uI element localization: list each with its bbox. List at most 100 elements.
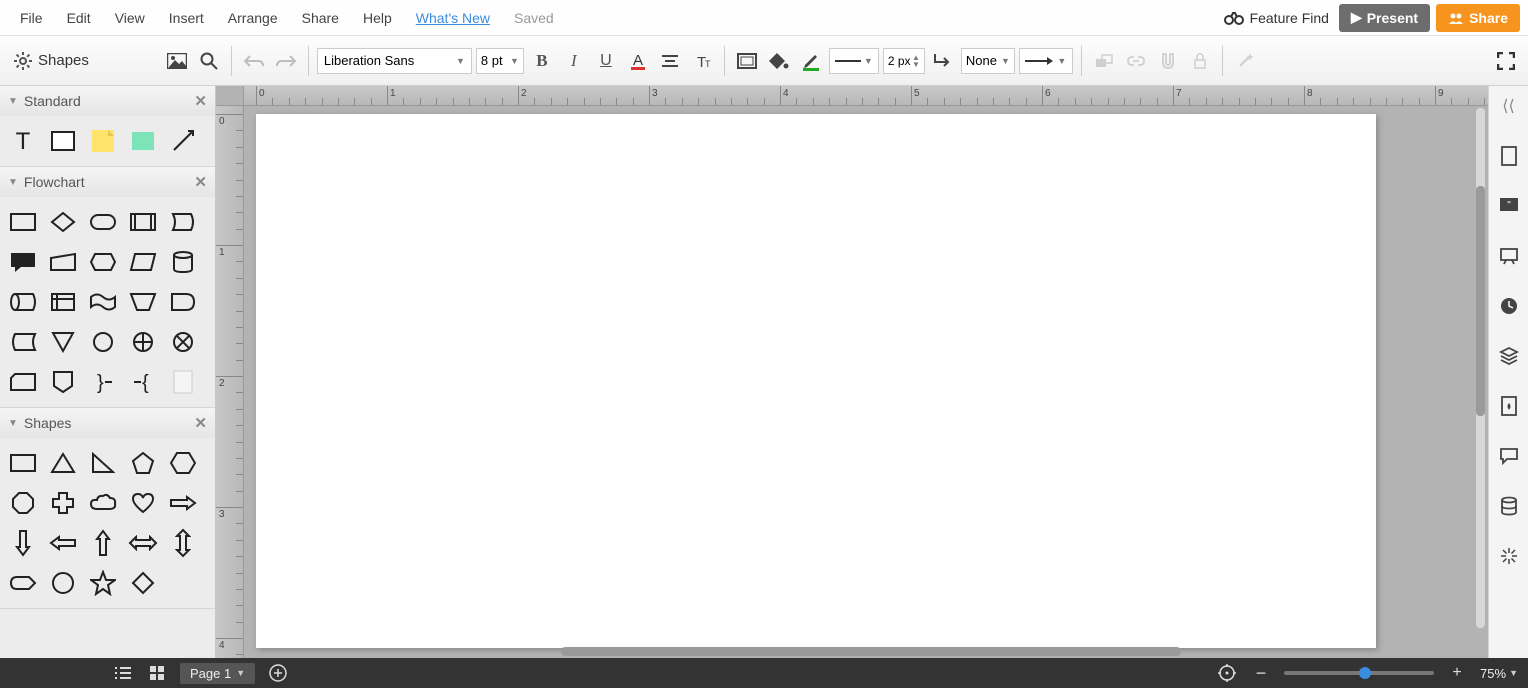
text-color-button[interactable]: A: [624, 47, 652, 75]
page-tab[interactable]: Page 1 ▼: [180, 663, 255, 684]
fill-color-button[interactable]: [765, 47, 793, 75]
shape-fc-or[interactable]: [126, 325, 160, 359]
shape-fc-display[interactable]: [166, 205, 200, 239]
panel-header-flowchart[interactable]: ▼ Flowchart ✕: [0, 167, 215, 197]
shape-rectangle[interactable]: [46, 124, 80, 158]
shape-fc-manualop[interactable]: [126, 285, 160, 319]
add-page-button[interactable]: [267, 662, 289, 684]
panel-header-standard[interactable]: ▼ Standard ✕: [0, 86, 215, 116]
shape-arrow-left[interactable]: [46, 526, 80, 560]
border-color-button[interactable]: [797, 47, 825, 75]
shape-fc-delay[interactable]: [166, 285, 200, 319]
shape-hexagon[interactable]: [166, 446, 200, 480]
canvas-page[interactable]: [256, 114, 1376, 648]
stroke-width-input[interactable]: 2 px ▲▼: [883, 48, 925, 74]
shape-fc-papertape[interactable]: [86, 285, 120, 319]
shape-fc-preparation[interactable]: [86, 245, 120, 279]
panel-close-button[interactable]: ✕: [194, 414, 207, 432]
shape-style-button[interactable]: [733, 47, 761, 75]
shape-cloud[interactable]: [86, 486, 120, 520]
shape-rect[interactable]: [6, 446, 40, 480]
share-button[interactable]: Share: [1436, 4, 1520, 32]
shape-fc-internalstorage[interactable]: [46, 285, 80, 319]
shapes-manager-button[interactable]: Shapes: [8, 48, 95, 74]
shape-arrow-line[interactable]: [166, 124, 200, 158]
shape-fc-merge[interactable]: [46, 325, 80, 359]
menu-whatsnew[interactable]: What's New: [404, 4, 502, 32]
target-button[interactable]: [1216, 662, 1238, 684]
shape-text[interactable]: T: [6, 124, 40, 158]
shape-fc-data[interactable]: [126, 245, 160, 279]
lock-button[interactable]: [1186, 47, 1214, 75]
shape-star[interactable]: [86, 566, 120, 600]
shape-octagon[interactable]: [6, 486, 40, 520]
dock-present-icon[interactable]: [1495, 242, 1523, 270]
menu-file[interactable]: File: [8, 4, 55, 32]
shape-fc-callout[interactable]: [6, 245, 40, 279]
zoom-in-button[interactable]: +: [1446, 662, 1468, 684]
ruler-horizontal[interactable]: [244, 86, 1488, 106]
shape-block-green[interactable]: [126, 124, 160, 158]
dock-layers-icon[interactable]: [1495, 342, 1523, 370]
shape-fc-sum[interactable]: [166, 325, 200, 359]
undo-button[interactable]: [240, 47, 268, 75]
shape-fc-storeddata[interactable]: [6, 325, 40, 359]
menu-edit[interactable]: Edit: [55, 4, 103, 32]
outline-view-button[interactable]: [112, 662, 134, 684]
magnet-button[interactable]: [1154, 47, 1182, 75]
menu-view[interactable]: View: [103, 4, 157, 32]
shape-fc-predefined[interactable]: [126, 205, 160, 239]
grid-view-button[interactable]: [146, 662, 168, 684]
dock-page-icon[interactable]: [1495, 142, 1523, 170]
dock-theme-icon[interactable]: [1495, 392, 1523, 420]
shape-right-triangle[interactable]: [86, 446, 120, 480]
bold-button[interactable]: B: [528, 47, 556, 75]
shape-heart[interactable]: [126, 486, 160, 520]
send-back-button[interactable]: [1090, 47, 1118, 75]
font-size-select[interactable]: 8 pt ▼: [476, 48, 524, 74]
font-family-select[interactable]: Liberation Sans ▼: [317, 48, 472, 74]
shape-fc-terminator[interactable]: [86, 205, 120, 239]
shape-pentagon[interactable]: [126, 446, 160, 480]
zoom-slider-thumb[interactable]: [1359, 667, 1371, 679]
shape-cross[interactable]: [46, 486, 80, 520]
shape-diamond[interactable]: [126, 566, 160, 600]
italic-button[interactable]: I: [560, 47, 588, 75]
panel-close-button[interactable]: ✕: [194, 92, 207, 110]
shape-fc-document[interactable]: [166, 365, 200, 399]
panel-close-button[interactable]: ✕: [194, 173, 207, 191]
shape-arrow-right[interactable]: [166, 486, 200, 520]
shape-note-yellow[interactable]: [86, 124, 120, 158]
menu-arrange[interactable]: Arrange: [216, 4, 290, 32]
shape-fc-offpage[interactable]: [46, 365, 80, 399]
redo-button[interactable]: [272, 47, 300, 75]
ruler-vertical[interactable]: [216, 106, 244, 658]
arrow-start-select[interactable]: None ▼: [961, 48, 1015, 74]
shape-fc-connector[interactable]: [86, 325, 120, 359]
shape-pill-pointer[interactable]: [6, 566, 40, 600]
shape-fc-decision[interactable]: [46, 205, 80, 239]
menu-share[interactable]: Share: [290, 4, 351, 32]
shape-fc-process[interactable]: [6, 205, 40, 239]
text-size-button[interactable]: TT: [688, 47, 716, 75]
canvas-area[interactable]: [216, 86, 1488, 658]
dock-chat-icon[interactable]: [1495, 442, 1523, 470]
menu-insert[interactable]: Insert: [157, 4, 216, 32]
scrollbar-horizontal-thumb[interactable]: [561, 647, 1181, 656]
line-routing-button[interactable]: [929, 47, 957, 75]
dock-data-icon[interactable]: [1495, 492, 1523, 520]
shape-fc-database[interactable]: [166, 245, 200, 279]
search-button[interactable]: [195, 47, 223, 75]
shape-fc-rightbrace[interactable]: }: [86, 365, 120, 399]
dock-history-icon[interactable]: [1495, 292, 1523, 320]
menu-help[interactable]: Help: [351, 4, 404, 32]
shape-arrow-updown[interactable]: [166, 526, 200, 560]
feature-find-button[interactable]: Feature Find: [1224, 10, 1329, 26]
shape-fc-card[interactable]: [6, 365, 40, 399]
zoom-out-button[interactable]: −: [1250, 662, 1272, 684]
arrow-end-select[interactable]: ▼: [1019, 48, 1073, 74]
shape-triangle[interactable]: [46, 446, 80, 480]
insert-image-button[interactable]: [163, 47, 191, 75]
shape-circle[interactable]: [46, 566, 80, 600]
panel-header-shapes[interactable]: ▼ Shapes ✕: [0, 408, 215, 438]
